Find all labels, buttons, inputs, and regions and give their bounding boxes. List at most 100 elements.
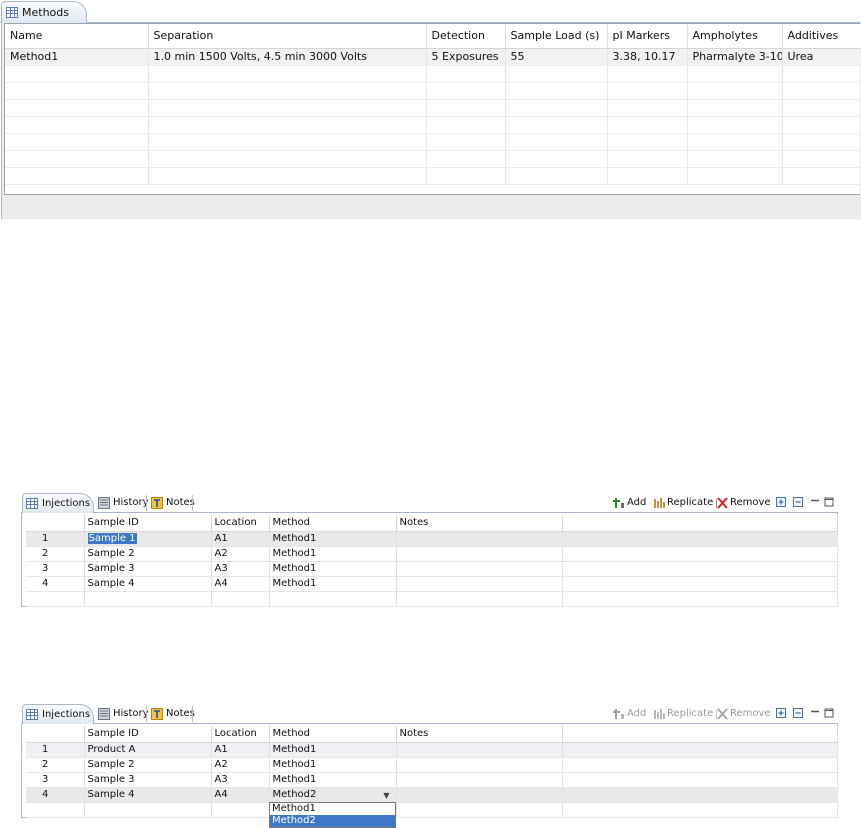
cell-sample-id[interactable]: Sample 2 (84, 757, 212, 773)
empty-row (5, 99, 861, 117)
col-header-location[interactable]: Location (211, 515, 270, 532)
cell-notes[interactable] (396, 531, 563, 547)
cell-notes[interactable] (396, 757, 563, 773)
minimize-icon[interactable] (810, 497, 820, 507)
cell-separation[interactable]: 1.0 min 1500 Volts, 4.5 min 3000 Volts (148, 48, 427, 66)
methods-panel: Methods Name Separation Detection Sample… (0, 0, 861, 219)
collapse-all-icon[interactable] (793, 497, 803, 507)
cell-location[interactable]: A2 (211, 546, 270, 562)
cell-method[interactable]: Method1 (269, 772, 397, 788)
col-header-row-number[interactable] (26, 726, 85, 743)
tab-injections-label: Injections (42, 498, 91, 509)
cell-sample-id[interactable]: Sample 4 (84, 787, 212, 803)
table-row[interactable]: 1 Product A A1 Method1 (26, 742, 838, 758)
expand-all-icon[interactable] (776, 497, 786, 507)
cell-sample-id[interactable]: Sample 3 (84, 772, 212, 788)
tab-notes[interactable]: Notes (150, 496, 195, 510)
injections-tab-bar: Injections History Notes Add Replicate R… (21, 703, 838, 725)
remove-button[interactable]: Remove (716, 707, 771, 721)
add-label: Add (627, 497, 647, 508)
replicate-button[interactable]: Replicate (653, 707, 713, 721)
cell-pi-markers[interactable]: 3.38, 10.17 (607, 48, 688, 66)
sample-id-editor[interactable]: Sample 1 (87, 533, 137, 544)
collapse-all-icon[interactable] (793, 708, 803, 718)
cell-notes[interactable] (396, 576, 563, 592)
minimize-icon[interactable] (810, 708, 820, 718)
table-row[interactable]: 4 Sample 4 A4 Method1 (26, 576, 838, 592)
method-combo-value[interactable]: Method2 (273, 789, 317, 800)
cell-location[interactable]: A1 (211, 742, 270, 758)
table-row[interactable]: 3 Sample 3 A3 Method1 (26, 561, 838, 577)
cell-row-number: 2 (26, 757, 85, 773)
table-row[interactable]: 3 Sample 3 A3 Method1 (26, 772, 838, 788)
injections-table-frame: Sample ID Location Method Notes 1 Sample… (21, 513, 838, 607)
cell-notes[interactable] (396, 561, 563, 577)
cell-method[interactable]: Method1 (269, 561, 397, 577)
cell-method[interactable]: Method1 (269, 742, 397, 758)
col-header-additives[interactable]: Additives (782, 24, 861, 49)
cell-method[interactable]: Method1 (269, 531, 397, 547)
col-header-ampholytes[interactable]: Ampholytes (687, 24, 783, 49)
cell-sample-id[interactable]: Sample 2 (84, 546, 212, 562)
table-row[interactable]: Method1 1.0 min 1500 Volts, 4.5 min 3000… (5, 48, 861, 66)
cell-ampholytes[interactable]: Pharmalyte 3-10 (687, 48, 783, 66)
cell-notes[interactable] (396, 546, 563, 562)
method-combo[interactable]: Method2 ▼ (269, 787, 397, 803)
cell-method[interactable]: Method1 (269, 546, 397, 562)
col-header-location[interactable]: Location (211, 726, 270, 743)
tab-history[interactable]: History (97, 707, 149, 721)
col-header-sample-load[interactable]: Sample Load (s) (505, 24, 608, 49)
table-row[interactable]: 2 Sample 2 A2 Method1 (26, 546, 838, 562)
tab-notes[interactable]: Notes (150, 707, 195, 721)
col-header-method[interactable]: Method (269, 515, 397, 532)
cell-name[interactable]: Method1 (5, 48, 149, 66)
cell-sample-id[interactable]: Sample 1 (84, 531, 212, 547)
col-header-detection[interactable]: Detection (426, 24, 506, 49)
table-row[interactable]: 1 Sample 1 A1 Method1 (26, 531, 838, 547)
dropdown-option[interactable]: Method1 (270, 803, 395, 815)
col-header-pi-markers[interactable]: pI Markers (607, 24, 688, 49)
cell-detection[interactable]: 5 Exposures (426, 48, 506, 66)
col-header-notes[interactable]: Notes (396, 515, 563, 532)
cell-sample-load[interactable]: 55 (505, 48, 608, 66)
col-header-notes[interactable]: Notes (396, 726, 563, 743)
cell-sample-id[interactable]: Product A (84, 742, 212, 758)
cell-notes[interactable] (396, 787, 563, 803)
add-button[interactable]: Add (613, 707, 646, 721)
add-button[interactable]: Add (613, 496, 646, 510)
table-row[interactable]: 2 Sample 2 A2 Method1 (26, 757, 838, 773)
cell-location[interactable]: A2 (211, 757, 270, 773)
maximize-icon[interactable] (824, 708, 834, 718)
cell-sample-id[interactable]: Sample 4 (84, 576, 212, 592)
cell-method[interactable]: Method1 (269, 757, 397, 773)
cell-location[interactable]: A3 (211, 561, 270, 577)
maximize-icon[interactable] (824, 497, 834, 507)
cell-location[interactable]: A4 (211, 576, 270, 592)
table-row[interactable]: 4 Sample 4 A4 Method2 ▼ (26, 787, 838, 803)
col-header-row-number[interactable] (26, 515, 85, 532)
cell-notes[interactable] (396, 772, 563, 788)
cell-method[interactable]: Method1 (269, 576, 397, 592)
replicate-button[interactable]: Replicate (653, 496, 713, 510)
injections-tab-bar: Injections History Notes Add Replicate R… (21, 492, 838, 514)
tab-injections[interactable]: Injections (22, 704, 94, 725)
method-dropdown-list: Method1 Method2 (269, 802, 396, 828)
cell-location[interactable]: A3 (211, 772, 270, 788)
cell-additives[interactable]: Urea (782, 48, 861, 66)
col-header-separation[interactable]: Separation (148, 24, 427, 49)
tab-history[interactable]: History (97, 496, 149, 510)
cell-location[interactable]: A1 (211, 531, 270, 547)
dropdown-option-selected[interactable]: Method2 (270, 815, 395, 827)
remove-button[interactable]: Remove (716, 496, 771, 510)
cell-sample-id[interactable]: Sample 3 (84, 561, 212, 577)
chevron-down-icon[interactable]: ▼ (383, 791, 389, 800)
cell-location[interactable]: A4 (211, 787, 270, 803)
cell-notes[interactable] (396, 742, 563, 758)
tab-methods[interactable]: Methods (1, 1, 87, 24)
col-header-name[interactable]: Name (5, 24, 149, 49)
tab-injections[interactable]: Injections (22, 493, 94, 514)
col-header-sample-id[interactable]: Sample ID (84, 726, 212, 743)
col-header-sample-id[interactable]: Sample ID (84, 515, 212, 532)
expand-all-icon[interactable] (776, 708, 786, 718)
col-header-method[interactable]: Method (269, 726, 397, 743)
